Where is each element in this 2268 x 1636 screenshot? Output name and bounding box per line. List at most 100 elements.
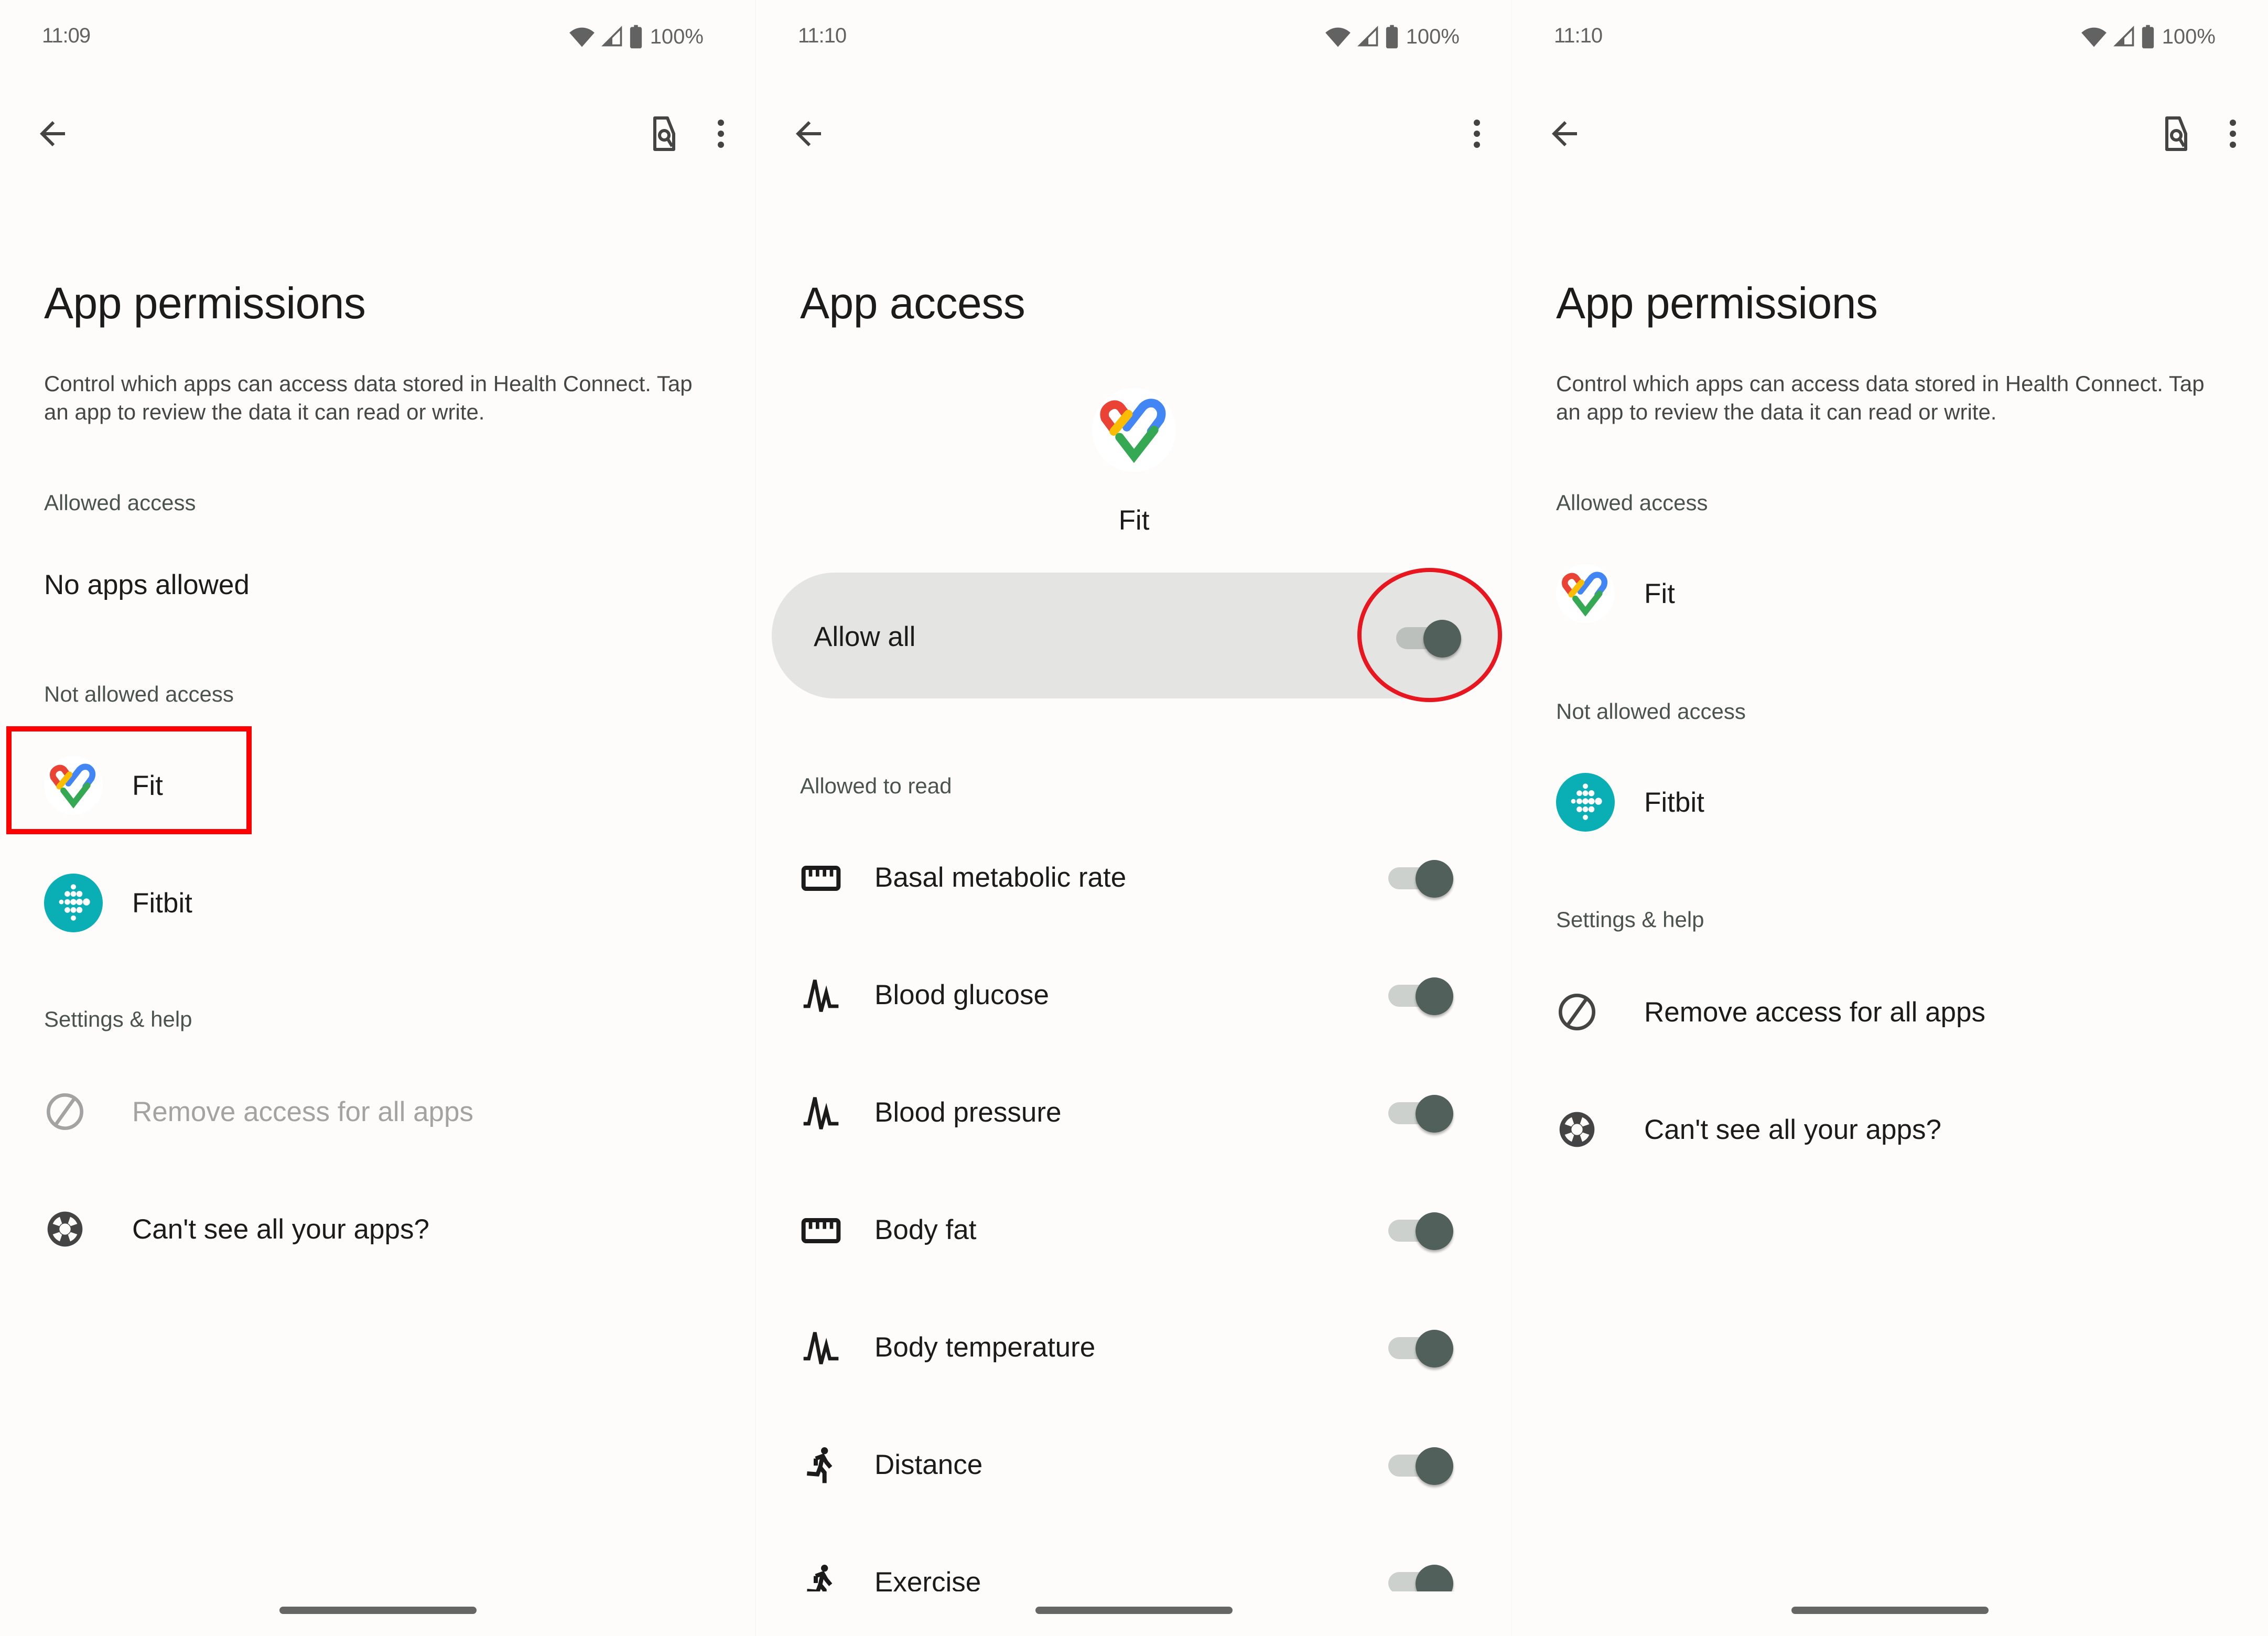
section-header-allowed: Allowed access: [44, 490, 196, 515]
remove-access-all-apps[interactable]: Remove access for all apps: [1512, 970, 2268, 1054]
permission-label: Basal metabolic rate: [874, 862, 1127, 893]
section-header-settings: Settings & help: [44, 1007, 192, 1031]
signal-icon: [2113, 25, 2136, 48]
permission-body-temperature[interactable]: Body temperature: [756, 1296, 1512, 1401]
block-icon: [1556, 991, 1598, 1033]
battery-percentage: 100%: [1406, 25, 1460, 48]
app-item-fitbit[interactable]: Fitbit: [0, 861, 756, 945]
cant-see-apps-label: Can't see all your apps?: [1644, 1114, 1941, 1145]
wifi-icon: [568, 23, 596, 50]
permission-basal-metabolic-rate[interactable]: Basal metabolic rate: [756, 826, 1512, 931]
gesture-nav-handle[interactable]: [279, 1607, 477, 1614]
permission-label: Blood pressure: [874, 1097, 1062, 1128]
toolbar: [0, 105, 756, 163]
lifebuoy-help-icon: [44, 1208, 86, 1250]
page-title: App access: [800, 278, 1025, 328]
back-button[interactable]: [780, 105, 837, 163]
signal-icon: [601, 25, 624, 48]
toolbar: [1512, 105, 2268, 163]
more-vert-icon: [1458, 115, 1496, 153]
search-document-icon: [2157, 115, 2195, 153]
allow-all-label: Allow all: [814, 621, 916, 652]
more-vert-icon: [2214, 115, 2252, 153]
permission-label: Distance: [874, 1449, 983, 1480]
gesture-nav-handle[interactable]: [1035, 1607, 1233, 1614]
section-header-not-allowed: Not allowed access: [1556, 699, 1746, 724]
permission-blood-glucose[interactable]: Blood glucose: [756, 943, 1512, 1048]
permission-toggle[interactable]: [1388, 1212, 1453, 1250]
app-name: Fitbit: [132, 887, 192, 919]
search-document-icon: [645, 115, 683, 153]
vital-signs-icon: [800, 1092, 842, 1134]
permission-label: Body fat: [874, 1214, 977, 1245]
back-arrow-icon: [790, 115, 827, 153]
google-fit-icon: [1561, 569, 1610, 618]
status-time: 11:10: [1554, 24, 1603, 47]
cant-see-apps-help[interactable]: Can't see all your apps?: [0, 1187, 756, 1271]
gesture-nav-handle[interactable]: [1791, 1607, 1989, 1614]
back-arrow-icon: [34, 115, 71, 153]
more-vert-icon: [702, 115, 740, 153]
remove-access-label: Remove access for all apps: [132, 1096, 474, 1127]
permission-toggle[interactable]: [1388, 977, 1453, 1015]
permission-body-fat[interactable]: Body fat: [756, 1178, 1512, 1283]
app-item-fitbit[interactable]: Fitbit: [1512, 760, 2268, 844]
screen-app-access-fit: 11:10 100% App access Fit Allow all Allo…: [756, 0, 1512, 1636]
cant-see-apps-label: Can't see all your apps?: [132, 1213, 429, 1245]
cant-see-apps-help[interactable]: Can't see all your apps?: [1512, 1088, 2268, 1171]
more-options-button[interactable]: [1448, 105, 1506, 163]
permission-toggle[interactable]: [1388, 1447, 1453, 1485]
permission-distance[interactable]: Distance: [756, 1413, 1512, 1518]
wifi-icon: [1324, 23, 1352, 50]
page-description: Control which apps can access data store…: [1556, 371, 2205, 424]
section-header-allowed: Allowed access: [1556, 490, 1708, 515]
page-description: Control which apps can access data store…: [44, 371, 693, 424]
allow-all-toggle[interactable]: [1396, 620, 1461, 658]
fitbit-icon: [1561, 778, 1610, 826]
google-fit-icon: [1099, 395, 1169, 465]
permission-toggle[interactable]: [1388, 1330, 1453, 1368]
remove-access-all-apps: Remove access for all apps: [0, 1070, 756, 1154]
running-person-icon: [800, 1445, 842, 1487]
app-name: Fit: [1118, 505, 1150, 536]
lifebuoy-help-icon: [1556, 1108, 1598, 1150]
back-button[interactable]: [24, 105, 81, 163]
fitbit-icon: [49, 879, 98, 927]
back-arrow-icon: [1546, 115, 1583, 153]
app-item-fit[interactable]: Fit: [1512, 552, 2268, 636]
more-options-button[interactable]: [692, 105, 750, 163]
scale-ruler-icon: [800, 1210, 842, 1252]
allow-all-row[interactable]: Allow all: [772, 573, 1500, 698]
back-button[interactable]: [1536, 105, 1593, 163]
page-title: App permissions: [44, 278, 366, 328]
app-item-fit[interactable]: Fit: [0, 744, 756, 827]
battery-icon: [2141, 25, 2155, 49]
remove-access-label: Remove access for all apps: [1644, 996, 1986, 1028]
no-apps-allowed-text: No apps allowed: [44, 569, 250, 600]
permission-blood-pressure[interactable]: Blood pressure: [756, 1061, 1512, 1166]
status-bar: 11:10 100%: [1512, 21, 2268, 52]
page-title: App permissions: [1556, 278, 1878, 328]
search-button[interactable]: [2147, 105, 2205, 163]
section-header-allowed-to-read: Allowed to read: [800, 773, 952, 798]
status-time: 11:10: [798, 24, 847, 47]
permission-label: Blood glucose: [874, 980, 1049, 1010]
signal-icon: [1357, 25, 1380, 48]
app-icon: [1092, 388, 1176, 472]
search-button[interactable]: [635, 105, 693, 163]
more-options-button[interactable]: [2204, 105, 2262, 163]
battery-percentage: 100%: [2162, 25, 2216, 48]
vital-signs-icon: [800, 1327, 842, 1369]
battery-icon: [629, 25, 643, 49]
permission-toggle[interactable]: [1388, 1095, 1453, 1133]
app-name: Fitbit: [1644, 787, 1704, 818]
google-fit-icon: [49, 761, 98, 810]
battery-percentage: 100%: [650, 25, 704, 48]
screen-app-permissions-after: 11:10 100% App permissions Control which…: [1512, 0, 2268, 1636]
section-header-not-allowed: Not allowed access: [44, 682, 234, 706]
permission-toggle[interactable]: [1388, 860, 1453, 898]
app-name: Fit: [132, 770, 163, 801]
app-icon: [44, 874, 103, 932]
battery-icon: [1385, 25, 1399, 49]
app-icon: [44, 756, 103, 815]
